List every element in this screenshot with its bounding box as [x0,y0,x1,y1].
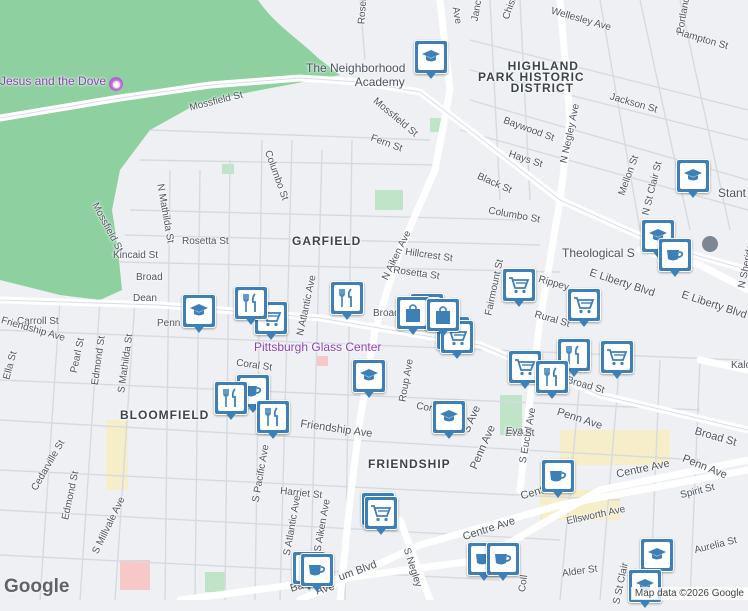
street-label: Rosetta St [182,236,229,247]
restaurant-marker[interactable] [234,286,268,328]
shopping-marker[interactable] [396,296,430,338]
shopping-cart-icon [514,358,536,376]
shopping-cart-icon [508,276,530,294]
graduation-cap-icon [647,547,667,563]
restaurant-marker[interactable] [330,281,364,323]
neighborhood-highland-park: HIGHLAND PARK HISTORIC DISTRICT [478,59,585,95]
shopping-cart-icon [573,296,595,314]
fork-knife-icon [242,293,260,313]
shopping-bag-icon [434,305,452,325]
school-marker[interactable] [414,40,448,82]
map-attribution[interactable]: Map data ©2026 Google [630,587,748,600]
grocery-marker[interactable] [600,340,634,382]
neighborhood-garfield: GARFIELD [292,234,362,248]
restaurant-marker[interactable] [214,381,248,423]
shopping-cart-icon [606,348,628,366]
graduation-cap-icon [189,303,209,319]
grocery-marker[interactable] [567,288,601,330]
graduation-cap-icon [439,409,459,425]
place-jesus-and-the-dove[interactable]: Jesus and the Dove ◉ [0,74,124,91]
coffee-cup-icon [493,551,513,567]
shopping-cart-icon [370,504,392,522]
fork-knife-icon [222,388,240,408]
grocery-marker[interactable] [502,268,536,310]
school-marker[interactable] [182,294,216,336]
street-label: Eva [506,426,524,437]
fork-knife-icon [338,288,356,308]
camera-icon: ◉ [109,77,124,91]
cafe-marker[interactable] [486,542,520,584]
graduation-cap-icon [421,49,441,65]
street-label: Penn [157,318,181,329]
coffee-cup-icon [665,247,685,263]
place-neighborhood-academy[interactable]: The Neighborhood Academy [306,61,405,89]
restaurant-marker[interactable] [535,360,569,402]
worship-icon [702,236,718,252]
street-label: Stant [718,186,747,200]
graduation-cap-icon [359,368,379,384]
street-label: Rosel [356,0,370,25]
fork-knife-icon [543,367,561,387]
street-label: Dean [133,293,157,304]
cafe-marker[interactable] [300,553,334,595]
coffee-cup-icon [307,562,327,578]
school-marker[interactable] [352,359,386,401]
place-theological[interactable]: Theological S [562,246,635,260]
street-label: Kalo [731,360,748,371]
shopping-bag-icon [404,303,422,323]
neighborhood-bloomfield: BLOOMFIELD [120,408,210,422]
street-label: Kincaid St [113,250,159,261]
grocery-marker[interactable] [364,496,398,538]
shopping-marker[interactable] [426,298,460,340]
restaurant-marker[interactable] [256,400,290,442]
school-marker[interactable] [676,159,710,201]
coffee-cup-icon [548,468,568,484]
fork-knife-icon [264,407,282,427]
school-marker[interactable] [432,400,466,442]
google-logo: Google [4,576,70,597]
graduation-cap-icon [683,168,703,184]
street-label: Broad [136,272,163,283]
cafe-marker[interactable] [658,238,692,280]
neighborhood-friendship: FRIENDSHIP [368,457,451,471]
cafe-marker[interactable] [541,459,575,501]
